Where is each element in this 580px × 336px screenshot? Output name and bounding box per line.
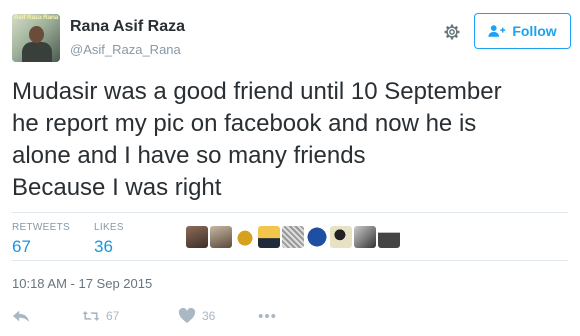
avatar[interactable]: Asif Raza Rana <box>12 14 60 62</box>
retweets-label: RETWEETS <box>12 222 70 233</box>
liker-avatar[interactable] <box>306 226 328 248</box>
tweet-line: Mudasir was a good friend until 10 Septe… <box>12 78 502 105</box>
user-handle[interactable]: @Asif_Raza_Rana <box>70 42 181 57</box>
heart-icon <box>178 308 196 324</box>
like-button[interactable]: 36 <box>178 308 258 324</box>
tweet-line: Because I was right <box>12 174 222 201</box>
liker-avatar[interactable] <box>186 226 208 248</box>
liker-avatar[interactable] <box>234 226 256 248</box>
divider-bottom <box>12 260 568 261</box>
retweet-icon <box>82 311 100 321</box>
gear-icon[interactable] <box>442 22 462 42</box>
tweet-line: alone and I have so many friends <box>12 142 366 169</box>
tweet-timestamp[interactable]: 10:18 AM - 17 Sep 2015 <box>12 276 152 291</box>
liker-avatar[interactable] <box>330 226 352 248</box>
reply-button[interactable] <box>12 308 82 324</box>
add-user-icon <box>488 25 506 37</box>
retweet-count: 67 <box>106 309 120 323</box>
liker-avatar[interactable] <box>258 226 280 248</box>
tweet-line: he report my pic on facebook and now he … <box>12 110 477 137</box>
liker-avatars <box>186 226 400 248</box>
liker-avatar[interactable] <box>282 226 304 248</box>
tweet-actions: 67 36 <box>12 306 276 326</box>
follow-button-label: Follow <box>512 23 557 39</box>
reply-icon <box>12 310 30 323</box>
retweets-count[interactable]: 67 <box>12 237 70 257</box>
avatar-figure-body <box>22 42 52 62</box>
avatar-caption: Asif Raza Rana <box>13 14 59 21</box>
follow-button[interactable]: Follow <box>474 13 571 49</box>
user-display-name[interactable]: Rana Asif Raza <box>70 18 185 36</box>
retweets-stat[interactable]: RETWEETS 67 <box>12 222 70 257</box>
liker-avatar[interactable] <box>378 226 400 248</box>
liker-avatar[interactable] <box>210 226 232 248</box>
more-button[interactable] <box>258 313 276 319</box>
likes-stat[interactable]: LIKES 36 <box>94 222 124 257</box>
divider-top <box>12 212 568 213</box>
likes-label: LIKES <box>94 222 124 233</box>
retweet-button[interactable]: 67 <box>82 308 178 324</box>
avatar-figure-head <box>29 26 44 43</box>
more-icon <box>258 314 276 318</box>
liker-avatar[interactable] <box>354 226 376 248</box>
like-count: 36 <box>202 309 216 323</box>
tweet-text: Mudasir was a good friend until 10 Septe… <box>12 76 568 204</box>
likes-count[interactable]: 36 <box>94 237 124 257</box>
